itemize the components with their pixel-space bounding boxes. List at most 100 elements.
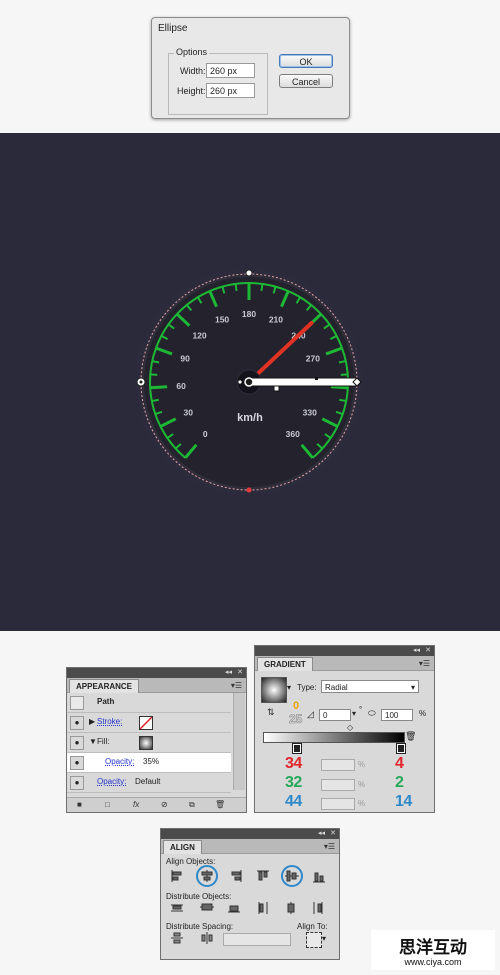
collapse-icon[interactable]: ◂◂ [318,829,325,837]
height-label: Height: [177,86,206,96]
location-field-2[interactable] [321,779,355,791]
angle-dropdown-icon[interactable]: ▾ [352,709,356,718]
eye-icon[interactable]: ● [70,716,84,730]
path-thumbnail-icon [70,696,84,710]
eye-icon[interactable]: ● [70,776,84,790]
scale-label-180: 180 [242,309,256,319]
options-group-label: Options [174,47,210,57]
gradient-type-select[interactable]: Radial ▾ [321,680,419,693]
clear-icon[interactable]: □ [105,800,110,809]
left-color-stop[interactable] [292,743,302,754]
panel-menu-icon[interactable]: ▾☰ [324,842,335,851]
collapse-icon[interactable]: ◂◂ [413,646,420,654]
align-panel: ◂◂ ✕ ALIGN ▾☰ Align Objects: Distribute … [160,828,340,960]
fx-icon[interactable]: fx [133,800,139,809]
align-vertical-center-icon [285,870,299,882]
gradient-origin [244,377,254,387]
collapse-arrow-icon[interactable]: ▼ [89,737,97,746]
ellipse-dialog: Ellipse Options Width: 260 px Height: 26… [151,17,350,119]
expand-arrow-icon[interactable]: ▶ [89,717,95,726]
dropdown-arrow-icon[interactable]: ▾ [287,683,291,692]
aspect-ratio-field[interactable]: 100 [381,709,413,721]
speedometer-gauge: 0306090120150180210240270330360 km/h [131,264,367,500]
duplicate-icon[interactable]: ⧉ [189,800,195,810]
eye-icon[interactable]: ● [70,756,84,770]
collapse-icon[interactable]: ◂◂ [225,668,232,676]
type-label: Type: [297,683,317,692]
align-to-selection-icon[interactable] [306,932,322,948]
right-color-stop[interactable] [396,743,406,754]
anchor-left-dot [139,380,143,384]
watermark: 思洋互动 www.ciya.com [371,930,495,970]
new-art-icon[interactable]: ■ [77,800,82,809]
percent-sign-2: % [358,780,366,789]
reverse-gradient-icon[interactable]: ⇅ [267,707,275,718]
tab-gradient[interactable]: GRADIENT [257,657,313,671]
scale-label-60: 60 [176,381,186,391]
align-horizontal-center-icon [201,870,213,882]
angle-unit: ° [359,705,363,714]
close-icon[interactable]: ✕ [425,646,431,654]
anchor-bottom [246,487,252,493]
stroke-label[interactable]: Stroke: [97,717,122,726]
trash-icon[interactable]: 🗑 [215,800,225,809]
align-left-icon [171,870,182,882]
fill-opacity-label[interactable]: Opacity: [105,757,134,766]
annotation-0: 0 [293,700,300,712]
location-field-1[interactable] [321,759,355,771]
align-to-label: Align To: [297,922,328,931]
close-icon[interactable]: ✕ [237,668,243,676]
delete-stop-icon[interactable]: 🗑 [405,731,416,742]
aspect-ratio-icon: ⬭ [368,708,376,718]
minor-tick [260,283,264,291]
panel-menu-icon[interactable]: ▾☰ [419,659,430,668]
align-top-icon [257,870,269,881]
distribute-horizontal-space-icon [201,932,213,944]
major-tick [330,385,348,390]
aspect-unit: % [419,709,427,718]
right-stop-r: 4 [395,755,404,772]
unit-label: km/h [237,412,263,424]
distribute-spacing-label: Distribute Spacing: [166,922,234,931]
align-bottom-icon [313,872,325,883]
appearance-panel: ◂◂ ✕ APPEARANCE ▾☰ Path ● ▶ Stroke: ● ▼ … [66,667,247,813]
midpoint-diamond-icon[interactable]: ◇ [347,723,353,732]
ok-button[interactable]: OK [279,54,333,68]
percent-sign-3: % [358,799,366,808]
left-stop-g: 32 [285,774,302,791]
minor-tick [151,398,159,403]
eye-icon[interactable]: ● [70,736,84,750]
fill-opacity-value: 35% [143,757,160,766]
scrollbar[interactable] [233,693,245,790]
spacing-field[interactable] [223,933,291,946]
gradient-preview-swatch[interactable] [261,677,287,703]
major-tick [150,385,168,390]
gradient-midpoint [315,377,318,380]
stroke-swatch-none-icon[interactable] [139,716,153,730]
height-field[interactable]: 260 px [206,83,255,98]
opacity-label[interactable]: Opacity: [97,777,126,786]
align-to-dropdown-icon[interactable]: ▾ [322,934,326,943]
close-icon[interactable]: ✕ [330,829,336,837]
fill-label[interactable]: Fill: [97,737,109,746]
reduce-icon[interactable]: ⊘ [161,800,168,809]
panel-menu-icon[interactable]: ▾☰ [231,681,242,690]
scale-label-210: 210 [269,315,283,325]
cancel-button[interactable]: Cancel [279,74,333,88]
fill-gradient-swatch-icon[interactable] [139,736,153,750]
width-field[interactable]: 260 px [206,63,255,78]
distribute-top-icon [171,904,183,912]
tab-appearance[interactable]: APPEARANCE [69,679,140,693]
gradient-slider[interactable] [263,732,405,743]
minor-tick [340,373,348,376]
watermark-text: 思洋互动 [399,938,467,958]
right-stop-g: 2 [395,774,404,791]
distribute-right-icon [313,902,323,914]
minor-tick [150,373,158,376]
gradient-stop-marker [273,385,280,392]
width-label: Width: [180,66,206,76]
location-field-3[interactable] [321,798,355,810]
scale-label-360: 360 [286,429,300,439]
tab-align[interactable]: ALIGN [163,840,202,854]
angle-field[interactable]: 0 [319,709,351,721]
